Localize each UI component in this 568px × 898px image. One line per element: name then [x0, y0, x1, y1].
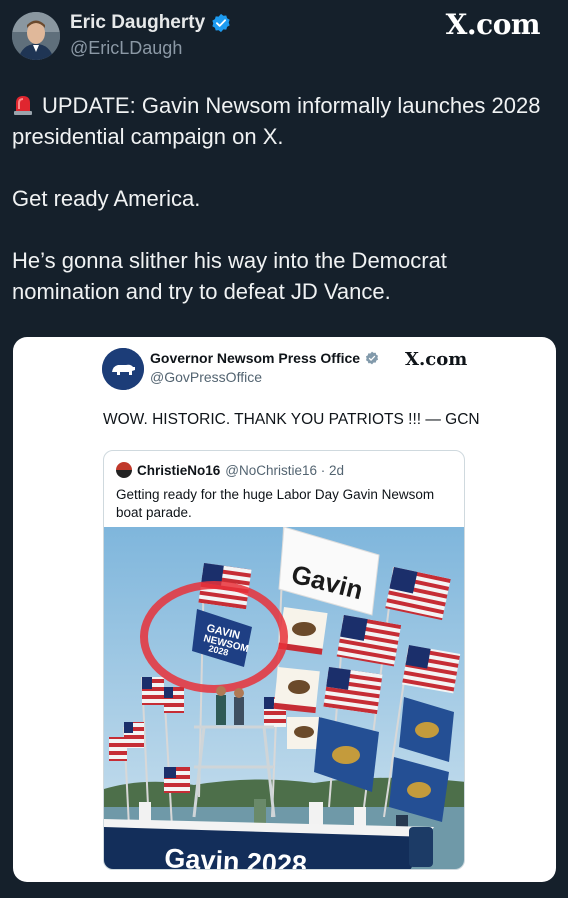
quoted-author-name: ChristieNo16: [137, 462, 221, 478]
tweet-line-2: Get ready America.: [12, 186, 201, 211]
embedded-author-name-text: Governor Newsom Press Office: [150, 350, 361, 366]
tweet-line-1: UPDATE: Gavin Newsom informally launches…: [12, 93, 541, 149]
quoted-tweet: ChristieNo16 @NoChristie16 · 2d Getting …: [103, 450, 465, 870]
author-avatar[interactable]: [12, 12, 60, 60]
boat-parade-image: Gavin GAVIN NEWSOM 2028 Gavin 2028: [104, 527, 464, 869]
quoted-tweet-header: ChristieNo16 @NoChristie16 · 2d: [116, 462, 344, 478]
quoted-tweet-text: Getting ready for the huge Labor Day Gav…: [116, 487, 435, 520]
gray-verified-badge-icon: [366, 351, 379, 365]
bear-logo-icon: [102, 348, 144, 390]
site-watermark: X.com: [445, 8, 541, 41]
embedded-author-handle: @GovPressOffice: [150, 369, 262, 385]
tweet-line-3: He’s gonna slither his way into the Demo…: [12, 248, 447, 304]
author-handle[interactable]: @EricLDaugh: [70, 38, 182, 59]
embedded-author-name: Governor Newsom Press Office: [150, 350, 379, 366]
tweet-paragraph-1: UPDATE: Gavin Newsom informally launches…: [12, 90, 557, 152]
embedded-watermark: X.com: [405, 349, 467, 370]
embedded-screenshot[interactable]: Governor Newsom Press Office @GovPressOf…: [13, 337, 556, 882]
author-name-text[interactable]: Eric Daugherty: [70, 12, 205, 34]
siren-icon: [14, 96, 32, 115]
tweet-text: UPDATE: Gavin Newsom informally launches…: [12, 90, 557, 338]
quoted-author-meta: @NoChristie16 · 2d: [225, 462, 345, 478]
verified-badge-icon: [212, 13, 230, 33]
embedded-tweet-text: WOW. HISTORIC. THANK YOU PATRIOTS !!! — …: [103, 411, 480, 428]
author-name[interactable]: Eric Daugherty: [70, 12, 231, 34]
embedded-watermark-text: X.com: [405, 349, 468, 370]
site-watermark-text: X.com: [445, 8, 541, 41]
quoted-avatar: [116, 462, 132, 478]
